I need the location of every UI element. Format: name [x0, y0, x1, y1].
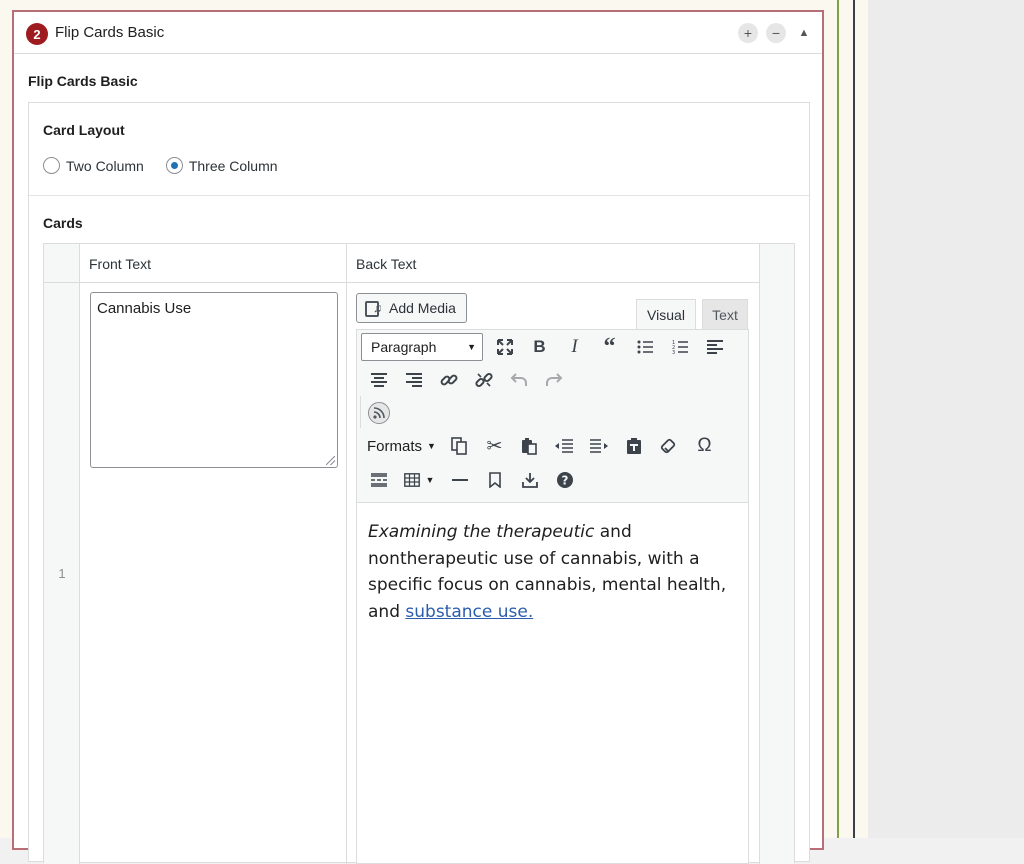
add-layout-button[interactable]: +: [738, 23, 758, 43]
clear-formatting-icon[interactable]: [652, 431, 687, 461]
toolbar-row-5: ▼ ?: [361, 464, 582, 496]
blockquote-icon[interactable]: “: [592, 332, 627, 362]
flexible-layout-block: 2 Flip Cards Basic + − ▲ Flip Cards Basi…: [12, 10, 824, 864]
front-text-header: Front Text: [80, 244, 347, 283]
field-divider: [29, 195, 809, 196]
help-icon[interactable]: ?: [547, 465, 582, 495]
remove-layout-button[interactable]: −: [766, 23, 786, 43]
fullscreen-icon[interactable]: [487, 332, 522, 362]
tab-visual[interactable]: Visual: [636, 299, 696, 330]
toolbar-row-1: Paragraph ▼ B I “ 123: [361, 331, 732, 363]
radio-two-column-label: Two Column: [66, 157, 144, 174]
rss-button[interactable]: [361, 398, 396, 428]
back-text-header-label: Back Text: [356, 256, 417, 272]
align-center-icon[interactable]: [361, 365, 396, 395]
read-more-icon[interactable]: [361, 465, 396, 495]
row-order-column: 1: [44, 244, 80, 864]
bold-icon[interactable]: B: [522, 332, 557, 362]
front-text-value: Cannabis Use: [97, 300, 192, 317]
link-icon[interactable]: [431, 365, 466, 395]
special-character-icon[interactable]: Ω: [687, 431, 722, 461]
paste-icon[interactable]: [512, 431, 547, 461]
back-text-editor[interactable]: Examining the therapeutic and nontherape…: [356, 503, 749, 864]
bullet-list-icon[interactable]: [627, 332, 662, 362]
radio-three-column-label: Three Column: [188, 157, 278, 174]
add-media-button[interactable]: Add Media: [356, 293, 467, 323]
radio-two-column-input[interactable]: [43, 157, 60, 174]
rss-icon: [367, 402, 390, 424]
radio-three-column-input[interactable]: [165, 157, 183, 174]
svg-text:?: ?: [561, 474, 568, 488]
chevron-down-icon: ▼: [467, 342, 476, 352]
column-separator: [759, 244, 760, 864]
cards-label: Cards: [43, 215, 83, 231]
indent-icon[interactable]: [582, 431, 617, 461]
table-icon[interactable]: ▼: [396, 465, 442, 495]
textarea-resize-handle[interactable]: [326, 456, 335, 465]
svg-text:3: 3: [672, 350, 675, 355]
front-text-textarea[interactable]: Cannabis Use: [90, 292, 338, 468]
layout-fields: Card Layout Two Column Three Column Card…: [28, 102, 810, 864]
paste-as-text-icon[interactable]: [442, 431, 477, 461]
row-order-handle[interactable]: 1: [44, 566, 80, 581]
right-sidebar-panel: [868, 0, 1024, 838]
column-guide-dark: [853, 0, 855, 838]
horizontal-line-icon[interactable]: [442, 465, 477, 495]
add-media-icon: [365, 300, 383, 317]
card-layout-radio-group: Two Column Three Column: [43, 157, 300, 174]
numbered-list-icon[interactable]: 123: [662, 332, 697, 362]
row-actions-column[interactable]: [760, 244, 794, 864]
radio-three-column[interactable]: Three Column: [165, 157, 278, 174]
back-text-link[interactable]: substance use.: [405, 602, 533, 622]
toolbar-row-2: [361, 364, 571, 396]
format-select[interactable]: Paragraph ▼: [361, 333, 483, 361]
order-header-cell: [44, 244, 79, 283]
card-layout-label: Card Layout: [43, 122, 125, 138]
undo-icon[interactable]: [501, 365, 536, 395]
unlink-icon[interactable]: [466, 365, 501, 395]
add-media-label: Add Media: [389, 300, 456, 316]
back-text-italic: Examining the therapeutic: [368, 522, 595, 542]
formats-menu[interactable]: Formats ▼: [361, 431, 442, 461]
front-text-header-label: Front Text: [89, 256, 151, 272]
toolbar-row-3: [361, 397, 396, 429]
cut-icon[interactable]: ✂: [477, 431, 512, 461]
chevron-down-icon: ▼: [425, 475, 435, 485]
layout-title: Flip Cards Basic: [55, 24, 165, 41]
tab-text[interactable]: Text: [702, 299, 748, 330]
bookmark-icon[interactable]: [477, 465, 512, 495]
column-separator: [346, 244, 347, 864]
italic-icon[interactable]: I: [557, 332, 592, 362]
cards-repeater-table: 1 Front Text Back Text Cannabis Use Add …: [43, 243, 795, 864]
toolbar-row-4: Formats ▼ ✂ Ω: [361, 430, 722, 462]
format-select-value: Paragraph: [371, 339, 437, 355]
chevron-down-icon: ▼: [427, 441, 436, 451]
radio-two-column[interactable]: Two Column: [43, 157, 144, 174]
align-right-icon[interactable]: [396, 365, 431, 395]
editor-toolbar: Paragraph ▼ B I “ 123 Formats ▼ ✂ Ω ▼ ?: [356, 329, 749, 503]
collapse-toggle-button[interactable]: ▲: [794, 23, 814, 43]
align-left-icon[interactable]: [697, 332, 732, 362]
layout-header[interactable]: 2 Flip Cards Basic + − ▲: [14, 12, 822, 54]
column-guide-green: [837, 0, 839, 838]
layout-sub-label: Flip Cards Basic: [28, 73, 138, 89]
layout-order-badge: 2: [26, 23, 48, 45]
back-text-header: Back Text: [347, 244, 760, 283]
paste-from-clipboard-icon[interactable]: [617, 431, 652, 461]
redo-icon[interactable]: [536, 365, 571, 395]
insert-icon[interactable]: [512, 465, 547, 495]
toolbar-separator: [360, 396, 361, 428]
outdent-icon[interactable]: [547, 431, 582, 461]
formats-menu-label: Formats: [367, 437, 423, 455]
